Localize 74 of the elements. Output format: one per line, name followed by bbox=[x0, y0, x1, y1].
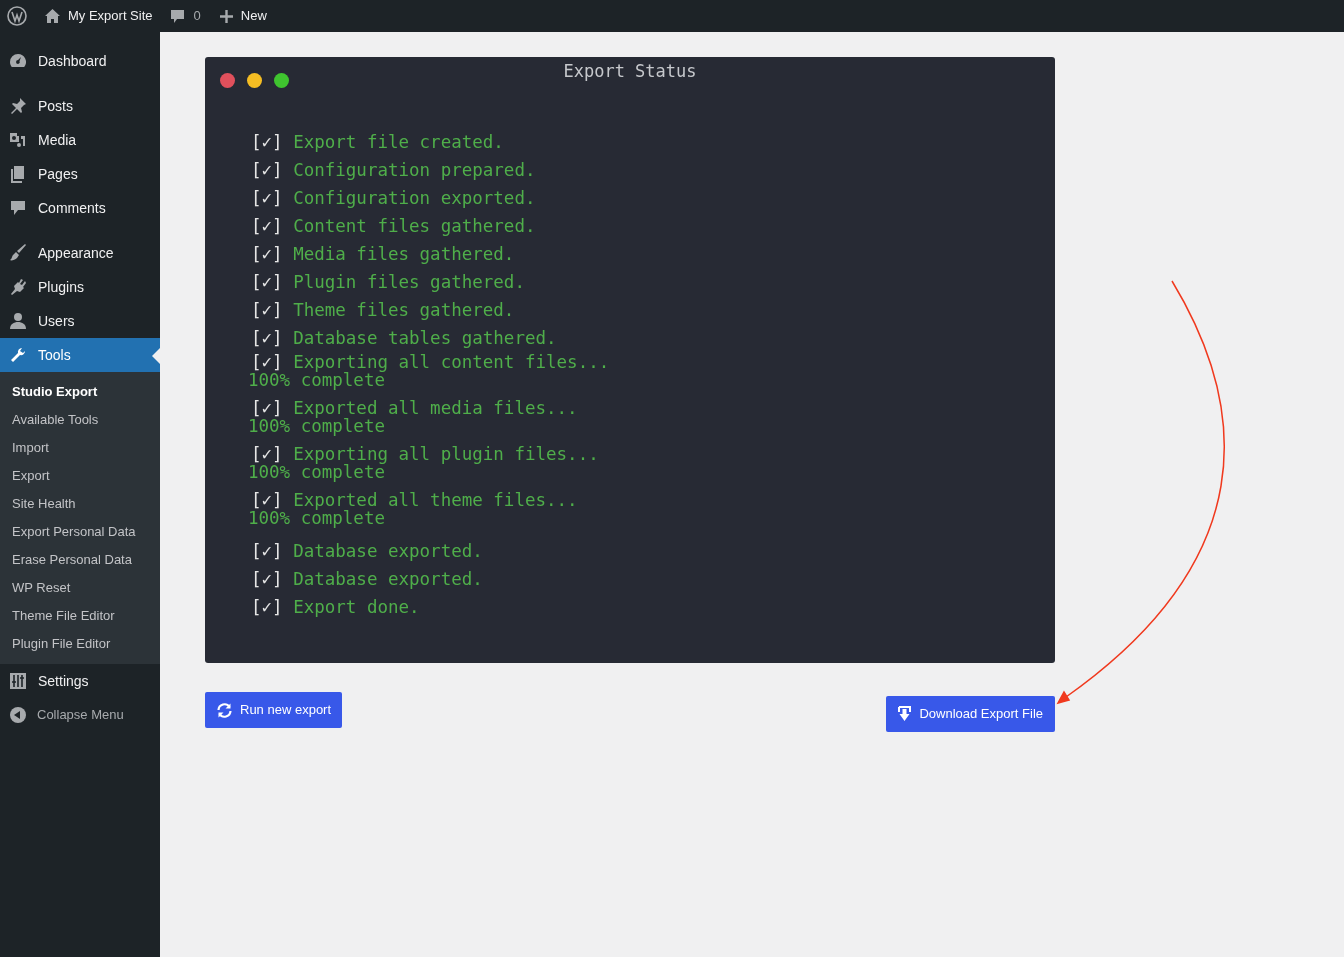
submenu-item[interactable]: Export Personal Data bbox=[0, 518, 160, 546]
log-message: Theme files gathered. bbox=[293, 300, 515, 320]
submenu-item[interactable]: Available Tools bbox=[0, 406, 160, 434]
log-message: Exporting all content files... bbox=[293, 352, 610, 372]
check-mark: [✓] bbox=[251, 160, 283, 180]
progress-text: 100% complete bbox=[248, 371, 385, 389]
check-mark: [✓] bbox=[251, 597, 283, 617]
sidebar-item[interactable]: Tools bbox=[0, 338, 160, 372]
log-message: Exported all theme files... bbox=[293, 490, 578, 510]
check-mark: [✓] bbox=[251, 216, 283, 236]
progress-text: 100% complete bbox=[248, 509, 385, 527]
log-message: Content files gathered. bbox=[293, 216, 536, 236]
log-message: Database exported. bbox=[293, 569, 483, 589]
log-message: Export file created. bbox=[293, 132, 504, 152]
submenu-item[interactable]: WP Reset bbox=[0, 574, 160, 602]
sidebar-item[interactable]: Settings bbox=[0, 664, 160, 698]
log-message: Exported all media files... bbox=[293, 398, 578, 418]
media-icon bbox=[8, 130, 28, 150]
submenu-item[interactable]: Export bbox=[0, 462, 160, 490]
check-mark: [✓] bbox=[251, 328, 283, 348]
wordpress-logo-icon[interactable] bbox=[7, 6, 27, 26]
check-mark: [✓] bbox=[251, 132, 283, 152]
sidebar-item[interactable]: Pages bbox=[0, 157, 160, 191]
log-message: Database exported. bbox=[293, 541, 483, 561]
check-mark: [✓] bbox=[251, 490, 283, 510]
sliders-icon bbox=[8, 671, 28, 691]
current-menu-arrow bbox=[152, 348, 160, 364]
submenu-item[interactable]: Theme File Editor bbox=[0, 602, 160, 630]
site-home-link[interactable]: My Export Site bbox=[44, 6, 153, 26]
submenu-item[interactable]: Studio Export bbox=[0, 378, 160, 406]
progress-text: 100% complete bbox=[248, 463, 385, 481]
log-message: Export done. bbox=[293, 597, 420, 617]
check-mark: [✓] bbox=[251, 272, 283, 292]
check-mark: [✓] bbox=[251, 188, 283, 208]
user-icon bbox=[8, 311, 28, 331]
download-icon bbox=[898, 706, 912, 722]
brush-icon bbox=[8, 243, 28, 263]
comment-icon bbox=[169, 8, 185, 24]
check-mark: [✓] bbox=[251, 300, 283, 320]
run-new-export-button[interactable]: Run new export bbox=[205, 692, 343, 728]
sidebar-item[interactable]: Comments bbox=[0, 191, 160, 225]
refresh-icon bbox=[216, 702, 233, 718]
check-mark: [✓] bbox=[251, 541, 283, 561]
log-message: Exporting all plugin files... bbox=[293, 444, 599, 464]
submenu-item[interactable]: Plugin File Editor bbox=[0, 630, 160, 658]
log-message: Configuration prepared. bbox=[293, 160, 536, 180]
sidebar-item[interactable]: Media bbox=[0, 123, 160, 157]
home-icon bbox=[44, 8, 61, 24]
collapse-menu-button[interactable]: Collapse Menu bbox=[0, 698, 160, 732]
sidebar-item[interactable]: Appearance bbox=[0, 236, 160, 270]
plus-icon bbox=[219, 9, 233, 23]
submenu-item[interactable]: Site Health bbox=[0, 490, 160, 518]
log-message: Configuration exported. bbox=[293, 188, 536, 208]
download-export-file-button[interactable]: Download Export File bbox=[886, 696, 1055, 732]
submenu-item[interactable]: Import bbox=[0, 434, 160, 462]
sidebar-item[interactable]: Plugins bbox=[0, 270, 160, 304]
progress-text: 100% complete bbox=[248, 417, 385, 435]
sidebar-item[interactable]: Posts bbox=[0, 89, 160, 123]
terminal-title: Export Status bbox=[563, 60, 697, 83]
check-mark: [✓] bbox=[251, 352, 283, 372]
check-mark: [✓] bbox=[251, 569, 283, 589]
check-mark: [✓] bbox=[251, 244, 283, 264]
plug-icon bbox=[8, 277, 28, 297]
log-message: Media files gathered. bbox=[293, 244, 515, 264]
sidebar-item[interactable]: Dashboard bbox=[0, 44, 160, 78]
new-link[interactable]: New bbox=[219, 6, 267, 26]
collapse-icon bbox=[9, 706, 27, 724]
submenu-item[interactable]: Erase Personal Data bbox=[0, 546, 160, 574]
log-message: Plugin files gathered. bbox=[293, 272, 525, 292]
sidebar-item[interactable]: Users bbox=[0, 304, 160, 338]
log-message: Database tables gathered. bbox=[293, 328, 557, 348]
comments-link[interactable]: 0 bbox=[169, 6, 201, 26]
check-mark: [✓] bbox=[251, 444, 283, 464]
check-mark: [✓] bbox=[251, 398, 283, 418]
